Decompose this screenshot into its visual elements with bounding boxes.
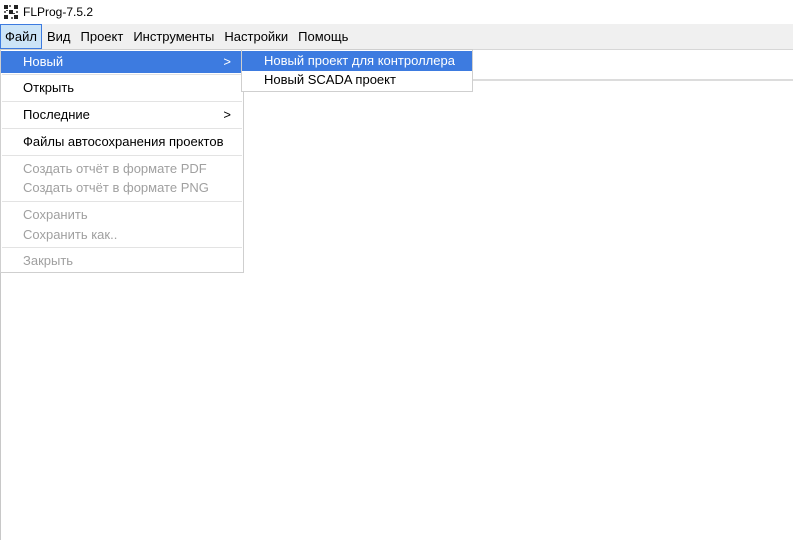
menu-item-open[interactable]: Открыть: [1, 77, 243, 99]
submenu-item-new-scada-project[interactable]: Новый SCADA проект: [242, 70, 472, 90]
file-dropdown-menu: Новый > Открыть Последние > Файлы автосо…: [0, 49, 244, 273]
menu-item-recent-label: Последние: [23, 107, 90, 122]
menu-item-save-as-label: Сохранить как..: [23, 227, 118, 242]
menu-item-save[interactable]: Сохранить: [1, 204, 243, 226]
menu-item-new[interactable]: Новый >: [1, 51, 243, 73]
submenu-arrow-icon: >: [223, 54, 231, 69]
menu-settings[interactable]: Настройки: [219, 24, 293, 49]
menu-separator: [2, 247, 242, 248]
menu-item-autosave-label: Файлы автосохранения проектов: [23, 134, 224, 149]
window-title: FLProg-7.5.2: [23, 5, 94, 19]
menu-item-close[interactable]: Закрыть: [1, 250, 243, 272]
menu-bar: Файл Вид Проект Инструменты Настройки По…: [0, 24, 793, 49]
submenu-item-new-controller-project[interactable]: Новый проект для контроллера: [242, 51, 472, 71]
submenu-item-scada-label: Новый SCADA проект: [264, 72, 396, 87]
menu-item-report-png[interactable]: Создать отчёт в формате PNG: [1, 177, 243, 199]
menu-item-autosave-files[interactable]: Файлы автосохранения проектов: [1, 131, 243, 153]
menu-file[interactable]: Файл: [0, 24, 42, 49]
menu-separator: [2, 155, 242, 156]
menu-separator: [2, 74, 242, 75]
title-bar: FLProg-7.5.2: [0, 0, 793, 24]
menu-item-new-label: Новый: [23, 54, 64, 69]
flprog-app-icon: [3, 4, 19, 20]
menu-help[interactable]: Помощь: [293, 24, 353, 49]
menu-item-close-label: Закрыть: [23, 253, 74, 268]
menu-project[interactable]: Проект: [76, 24, 129, 49]
menu-separator: [2, 128, 242, 129]
menu-item-report-pdf-label: Создать отчёт в формате PDF: [23, 161, 207, 176]
menu-separator: [2, 101, 242, 102]
menu-item-report-png-label: Создать отчёт в формате PNG: [23, 180, 209, 195]
menu-item-recent[interactable]: Последние >: [1, 104, 243, 126]
menu-view[interactable]: Вид: [42, 24, 76, 49]
menu-item-open-label: Открыть: [23, 80, 75, 95]
submenu-arrow-icon: >: [223, 107, 231, 122]
menu-item-save-label: Сохранить: [23, 207, 88, 222]
menu-item-save-as[interactable]: Сохранить как..: [1, 224, 243, 246]
menu-tools[interactable]: Инструменты: [128, 24, 219, 49]
submenu-item-controller-label: Новый проект для контроллера: [264, 53, 455, 68]
menu-separator: [2, 201, 242, 202]
new-submenu: Новый проект для контроллера Новый SCADA…: [241, 49, 473, 92]
